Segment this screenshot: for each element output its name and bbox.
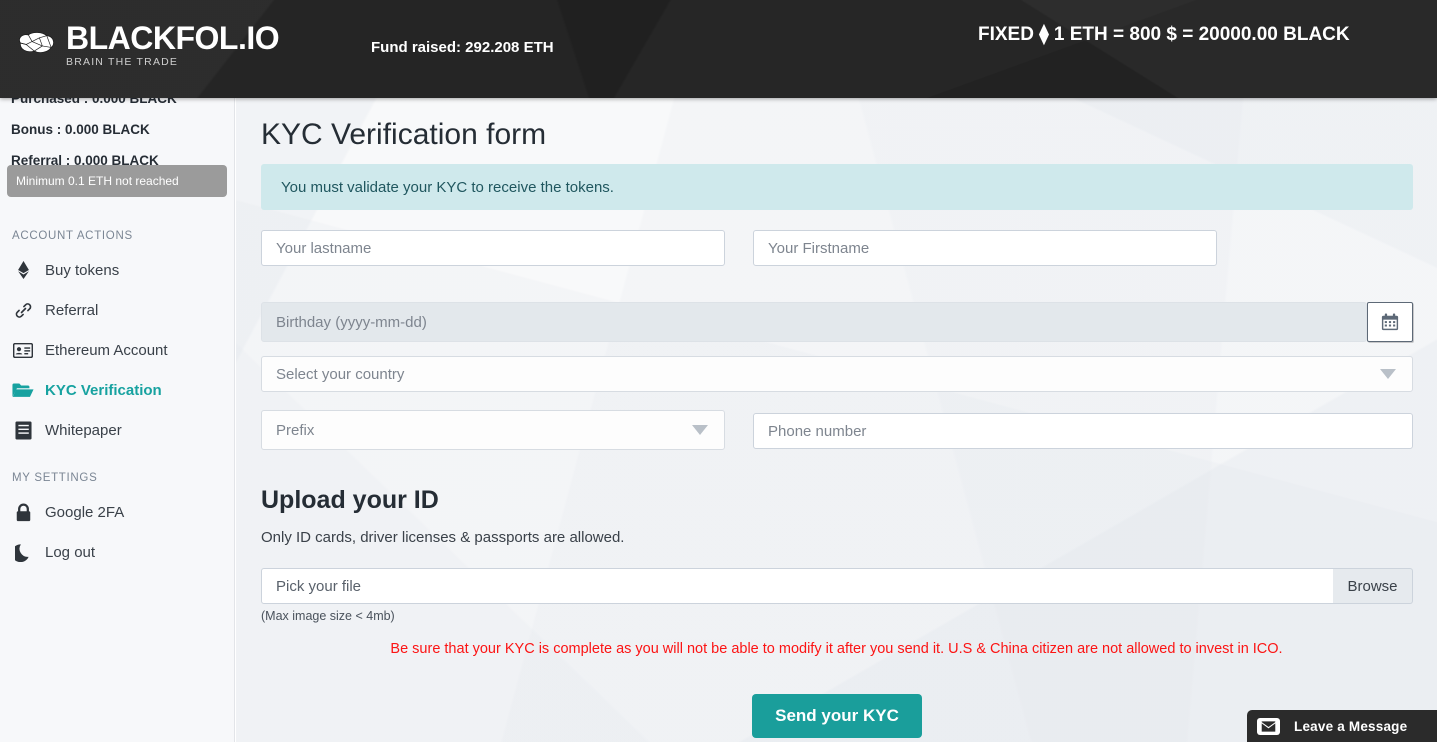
lock-icon: [12, 503, 34, 521]
id-card-icon: [12, 341, 34, 359]
book-icon: [12, 421, 34, 439]
upload-section-title: Upload your ID: [261, 486, 439, 514]
sidebar-item-whitepaper[interactable]: Whitepaper: [0, 410, 234, 450]
moon-icon: [12, 543, 34, 562]
main-content: KYC Verification form You must validate …: [236, 98, 1437, 742]
phone-number-input[interactable]: [753, 413, 1413, 449]
sidebar-item-referral[interactable]: Referral: [0, 290, 234, 330]
minimum-not-reached-button[interactable]: Minimum 0.1 ETH not reached: [7, 165, 227, 197]
file-path-display[interactable]: Pick your file: [261, 568, 1337, 604]
sidebar-section-my-settings: MY SETTINGS: [12, 472, 98, 484]
phone-prefix-select[interactable]: Prefix: [261, 410, 725, 450]
sidebar-item-ethereum-account[interactable]: Ethereum Account: [0, 330, 234, 370]
sidebar-item-label: KYC Verification: [45, 381, 162, 399]
link-icon: [12, 301, 34, 319]
kyc-info-alert: You must validate your KYC to receive th…: [261, 164, 1413, 210]
sidebar-item-label: Referral: [45, 301, 99, 319]
country-select[interactable]: Select your country: [261, 356, 1413, 392]
chat-widget-label: Leave a Message: [1294, 718, 1408, 734]
leave-a-message-widget[interactable]: Leave a Message: [1247, 710, 1437, 742]
sidebar-item-kyc-verification[interactable]: KYC Verification: [0, 370, 234, 410]
envelope-icon: [1257, 717, 1280, 735]
logo-text-block: BLACKFOL.IO BRAIN THE TRADE: [66, 20, 280, 68]
send-kyc-button[interactable]: Send your KYC: [752, 694, 922, 738]
sidebar-item-label: Log out: [45, 543, 96, 561]
max-size-hint: (Max image size < 4mb): [261, 609, 395, 623]
folder-open-icon: [12, 381, 34, 399]
country-select-value: Select your country: [276, 365, 405, 383]
logo-subtitle: BRAIN THE TRADE: [66, 56, 179, 68]
browse-button[interactable]: Browse: [1333, 568, 1413, 604]
ethereum-icon: [12, 261, 34, 279]
sidebar-item-buy-tokens[interactable]: Buy tokens: [0, 250, 234, 290]
logo-title: BLACKFOL.IO: [66, 20, 280, 56]
brain-icon: [19, 32, 54, 53]
file-placeholder-text: Pick your file: [276, 577, 362, 595]
sidebar-item-label: Google 2FA: [45, 503, 125, 521]
sidebar-item-label: Whitepaper: [45, 421, 122, 439]
sidebar-item-label: Buy tokens: [45, 261, 120, 279]
chevron-down-icon: [692, 425, 708, 435]
upload-section-subtitle: Only ID cards, driver licenses & passpor…: [261, 529, 625, 546]
sidebar-section-account-actions: ACCOUNT ACTIONS: [12, 230, 133, 242]
sidebar-item-log-out[interactable]: Log out: [0, 532, 234, 572]
firstname-input[interactable]: [753, 230, 1217, 266]
fixed-rate-label: FIXED ⧫ 1 ETH = 800 $ = 20000.00 BLACK: [978, 24, 1350, 45]
page-title: KYC Verification form: [261, 118, 547, 151]
birthday-input[interactable]: [261, 302, 1367, 342]
chevron-down-icon: [1380, 369, 1396, 379]
balance-bonus: Bonus : 0.000 BLACK: [11, 122, 150, 137]
calendar-picker-button[interactable]: [1367, 302, 1413, 342]
phone-prefix-value: Prefix: [276, 421, 315, 439]
calendar-icon: [1381, 313, 1399, 331]
sidebar: Purchased : 0.000 BLACK Bonus : 0.000 BL…: [0, 88, 235, 742]
sidebar-item-google-2fa[interactable]: Google 2FA: [0, 492, 234, 532]
top-header-bar: BLACKFOL.IO BRAIN THE TRADE Fund raised:…: [0, 0, 1437, 98]
site-logo[interactable]: BLACKFOL.IO BRAIN THE TRADE: [13, 20, 280, 68]
sidebar-item-label: Ethereum Account: [45, 341, 168, 359]
fund-raised-label: Fund raised: 292.208 ETH: [371, 39, 554, 56]
kyc-warning-text: Be sure that your KYC is complete as you…: [390, 641, 1283, 657]
lastname-input[interactable]: [261, 230, 725, 266]
